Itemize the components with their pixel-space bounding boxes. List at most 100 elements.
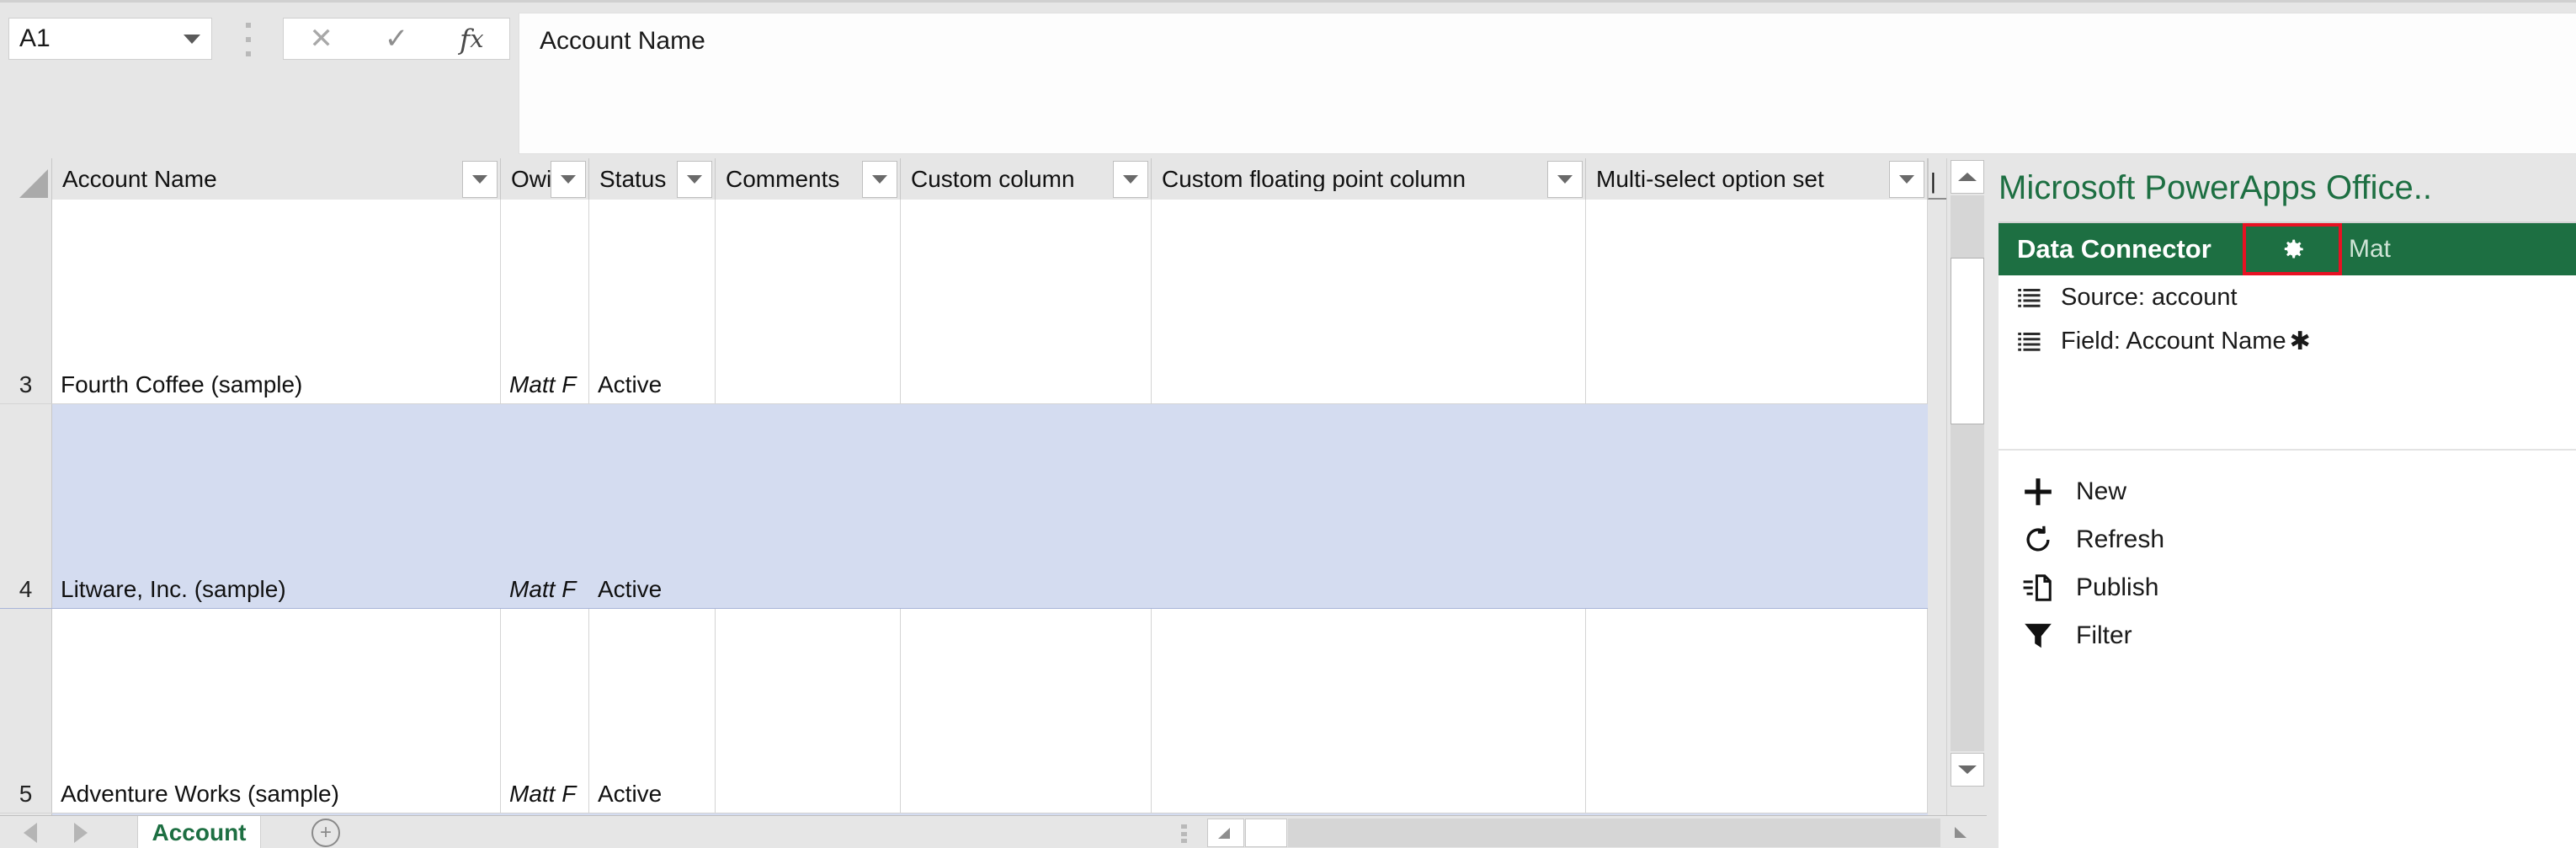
grid-cell[interactable]: Active xyxy=(589,609,716,813)
column-header[interactable]: Owi xyxy=(501,158,589,200)
task-pane-divider xyxy=(1999,449,2576,451)
scroll-down-arrow-icon[interactable] xyxy=(1951,753,1984,787)
connector-action-label: Filter xyxy=(2076,621,2132,650)
list-icon xyxy=(2017,328,2042,354)
hscroll-thumb[interactable] xyxy=(1245,819,1287,847)
grid-cell[interactable] xyxy=(716,609,901,813)
hscroll-right-arrow-icon[interactable] xyxy=(1941,819,1982,847)
data-connector-title: Data Connector xyxy=(1999,234,2211,264)
grid-cell[interactable] xyxy=(1152,609,1586,813)
sheet-nav-right-icon[interactable] xyxy=(74,823,88,843)
connector-field-label: Source: account xyxy=(2061,284,2238,312)
connector-action-filter[interactable]: Filter xyxy=(1999,611,2576,659)
scroll-up-arrow-icon[interactable] xyxy=(1951,160,1984,194)
settings-button-highlighted[interactable] xyxy=(2243,223,2342,275)
connector-action-label: New xyxy=(2076,477,2126,506)
grid-vertical-scrollbar[interactable] xyxy=(1946,158,1987,815)
list-icon xyxy=(2017,285,2042,310)
vscroll-thumb[interactable] xyxy=(1951,258,1984,424)
grid-cell[interactable] xyxy=(1152,404,1586,608)
formula-bar-region: A1 ✕ ✓ 𝑓x Account Name xyxy=(0,0,2576,157)
grid-cell[interactable] xyxy=(901,404,1152,608)
spreadsheet-grid[interactable]: Account NameOwi StatusComments Custom colu… xyxy=(0,158,1945,815)
connector-field-label: Field: Account Name xyxy=(2061,328,2286,355)
grid-cell[interactable]: Active xyxy=(589,200,716,403)
sheet-tab-account[interactable]: Account xyxy=(137,816,261,848)
table-row[interactable]: 4Litware, Inc. (sample)Matt FActive xyxy=(0,404,1945,609)
grid-cell[interactable] xyxy=(716,404,901,608)
filter-dropdown-icon[interactable] xyxy=(1889,161,1924,198)
row-cells: Litware, Inc. (sample)Matt FActive xyxy=(52,404,1945,608)
hscroll-track[interactable] xyxy=(1288,819,1940,847)
column-header-label: Custom column xyxy=(901,168,1113,191)
connector-field-row[interactable]: Field: Account Name✱ xyxy=(1999,319,2576,363)
column-header[interactable]: Account Name xyxy=(52,158,501,200)
row-header[interactable]: 4 xyxy=(0,404,52,608)
name-box[interactable]: A1 xyxy=(8,18,212,60)
refresh-icon xyxy=(2022,524,2054,556)
filter-dropdown-icon[interactable] xyxy=(1113,161,1148,198)
connector-action-refresh[interactable]: Refresh xyxy=(1999,515,2576,563)
connector-action-publish[interactable]: Publish xyxy=(1999,563,2576,611)
column-header-label: Multi-select option set xyxy=(1586,168,1889,191)
select-all-triangle-icon xyxy=(19,169,48,198)
connector-action-new[interactable]: New xyxy=(1999,467,2576,515)
row-cells: Fourth Coffee (sample)Matt FActive xyxy=(52,200,1945,403)
column-header[interactable]: Comments xyxy=(716,158,901,200)
gear-icon xyxy=(2278,235,2307,264)
checkmark-icon[interactable]: ✓ xyxy=(359,19,434,59)
grid-cell[interactable]: Active xyxy=(589,404,716,608)
connector-action-list: New Refresh Publish Filter xyxy=(1999,467,2576,659)
sheet-nav-left-icon[interactable] xyxy=(24,823,37,843)
task-pane-title: Microsoft PowerApps Office.. xyxy=(1999,162,2576,214)
column-header-label: Owi xyxy=(501,168,551,191)
grid-cell[interactable]: Adventure Works (sample) xyxy=(52,609,501,813)
grid-cell[interactable] xyxy=(716,200,901,403)
grid-cell[interactable] xyxy=(1586,200,1928,403)
signed-in-user-label[interactable]: Mat xyxy=(2349,223,2391,275)
row-header[interactable]: 3 xyxy=(0,200,52,403)
filter-dropdown-icon[interactable] xyxy=(677,161,712,198)
formula-input[interactable]: Account Name xyxy=(519,13,2576,154)
column-header-label: Comments xyxy=(716,168,862,191)
hscroll-grip[interactable] xyxy=(1181,824,1187,843)
grid-cell[interactable] xyxy=(1586,404,1928,608)
filter-dropdown-icon[interactable] xyxy=(1547,161,1583,198)
task-pane-body: Data Connector Mat Source: account Field:… xyxy=(1999,221,2576,848)
next-column-indicator: | xyxy=(1930,168,1936,195)
grid-cell[interactable] xyxy=(901,609,1152,813)
grid-cell[interactable]: Fourth Coffee (sample) xyxy=(52,200,501,403)
grid-cell[interactable] xyxy=(1152,200,1586,403)
table-row[interactable]: 3Fourth Coffee (sample)Matt FActive xyxy=(0,200,1945,404)
filter-dropdown-icon[interactable] xyxy=(551,161,586,198)
column-header[interactable]: Multi-select option set xyxy=(1586,158,1928,200)
chevron-down-icon[interactable] xyxy=(173,35,211,44)
column-header[interactable]: Status xyxy=(589,158,716,200)
add-sheet-plus-icon[interactable]: + xyxy=(311,819,340,847)
plus-icon xyxy=(2022,476,2054,508)
grid-cell[interactable] xyxy=(901,200,1152,403)
grid-cell[interactable]: Matt F xyxy=(501,404,589,608)
filter-dropdown-icon[interactable] xyxy=(462,161,498,198)
column-header-row: Account NameOwi StatusComments Custom colu… xyxy=(0,158,1945,200)
grid-cell[interactable]: Litware, Inc. (sample) xyxy=(52,404,501,608)
formula-bar-buttons: ✕ ✓ 𝑓x xyxy=(283,18,510,60)
row-header[interactable]: 5 xyxy=(0,609,52,813)
grid-cell[interactable]: Matt F xyxy=(501,200,589,403)
grid-cell[interactable]: Matt F xyxy=(501,609,589,813)
select-all-corner-button[interactable] xyxy=(0,158,52,200)
grid-right-edge: | xyxy=(1928,158,1946,815)
table-row[interactable]: 5Adventure Works (sample)Matt FActive xyxy=(0,609,1945,813)
fx-insert-function-icon[interactable]: 𝑓x xyxy=(434,19,509,59)
filter-dropdown-icon[interactable] xyxy=(862,161,897,198)
name-box-resize-grip[interactable] xyxy=(242,23,254,56)
connector-field-row[interactable]: Source: account xyxy=(1999,275,2576,319)
close-x-icon[interactable]: ✕ xyxy=(284,19,359,59)
data-connector-header: Data Connector Mat xyxy=(1999,223,2576,275)
hscroll-left-arrow-icon[interactable] xyxy=(1207,819,1244,847)
column-header[interactable]: Custom floating point column xyxy=(1152,158,1586,200)
filter-funnel-icon xyxy=(2022,620,2054,652)
connector-action-label: Refresh xyxy=(2076,525,2164,554)
column-header[interactable]: Custom column xyxy=(901,158,1152,200)
grid-cell[interactable] xyxy=(1586,609,1928,813)
